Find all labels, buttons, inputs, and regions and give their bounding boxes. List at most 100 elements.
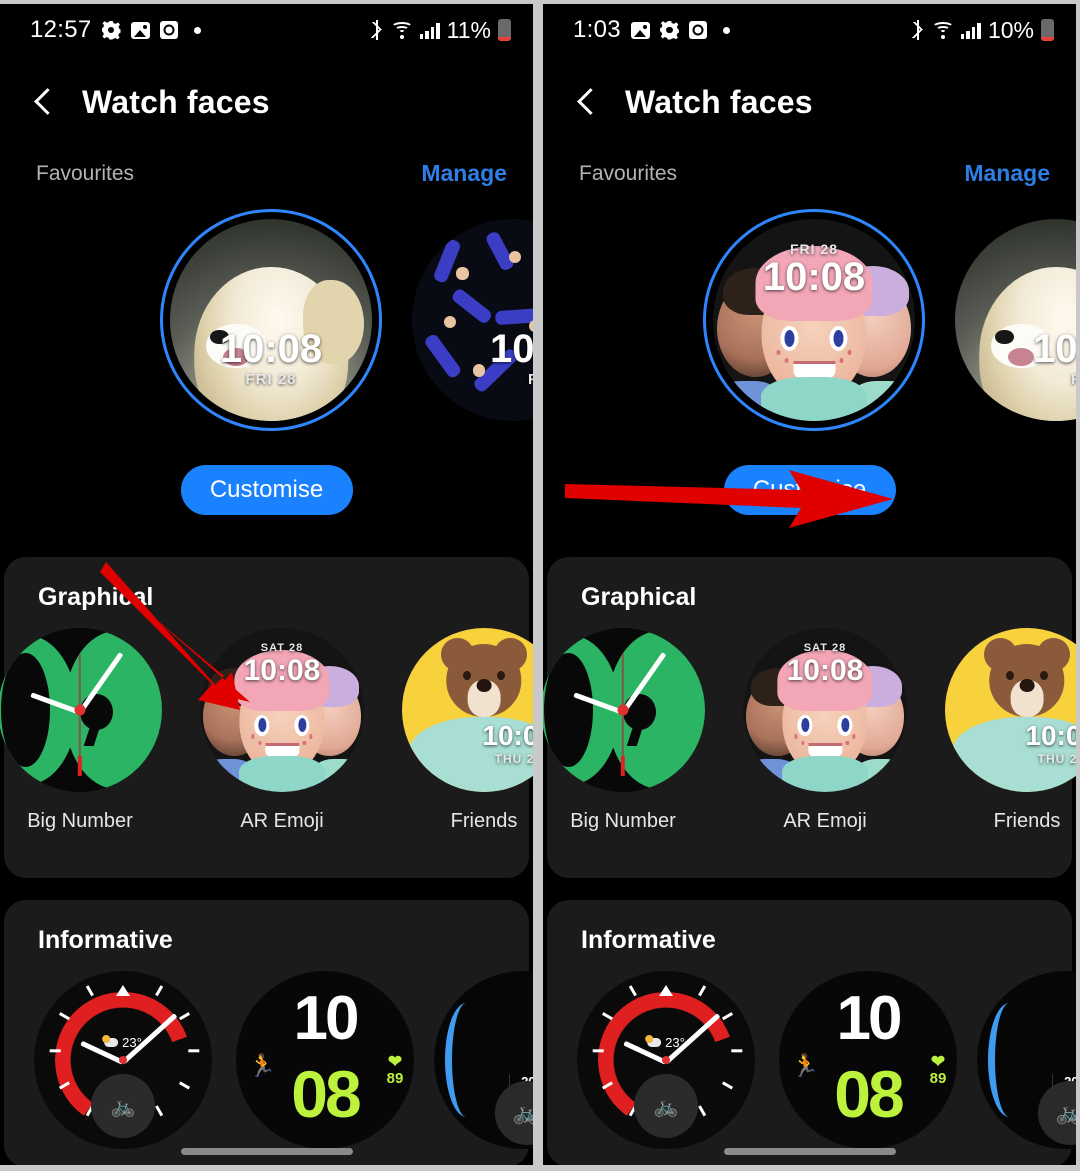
customise-button[interactable]: Customise (180, 465, 353, 515)
dot-icon (193, 26, 201, 34)
watch-face-label: Friends (993, 810, 1061, 832)
watch-face-preview: THU 10: Now 23° 20°10AM 23°12PM 🚲 (434, 971, 533, 1149)
bike-icon: 🚲 (494, 1081, 533, 1146)
watch-face-tile-friends[interactable]: 10:08 THU 28 Friends (402, 628, 533, 833)
phone-screen-left: 12:57 11% Watch faces Favourites Manage (0, 4, 533, 1165)
watch-face-tile-ar-emoji[interactable]: SAT 28 10:08 AR Emoji (200, 628, 364, 833)
face-hour: 10 (293, 984, 360, 1054)
favourite-watch-face-dog[interactable]: 10:0 FRI 28 (955, 219, 1076, 421)
watch-face-tile-bignum-green[interactable]: 10 08 🏃 ❤ 89 (779, 971, 957, 1149)
clock-icon (688, 21, 707, 39)
favourite-watch-face-ar-emoji[interactable]: FRI 28 10:08 (713, 219, 915, 421)
watch-face-tile-bignum-green[interactable]: 10 08 🏃 ❤ 89 (236, 971, 414, 1149)
watch-face-tile-big-number[interactable]: Big Number (543, 628, 705, 833)
face-time: 10:08 (786, 654, 864, 687)
section-title: Graphical (581, 583, 697, 611)
watch-face-label: Big Number (27, 810, 133, 832)
watch-face-label: AR Emoji (783, 810, 867, 832)
watch-face-preview: SAT 28 10:08 (743, 628, 907, 792)
watch-face-preview: 23° 🚲 (577, 971, 755, 1149)
gear-icon (101, 20, 121, 40)
home-indicator (723, 1148, 896, 1155)
favourites-label: Favourites (579, 161, 678, 185)
face-date: FRI 28 (245, 371, 297, 388)
face-minute: 08 (291, 1057, 361, 1132)
face-time: 10:08 (482, 720, 533, 751)
watch-face-tile-weather[interactable]: THU 10: Now 23° 20°10AM 23°12PM 🚲 (434, 971, 533, 1149)
status-bar-left: 1:03 (573, 16, 730, 44)
watch-face-preview: THU 10: Now 23° 20°10AM 23°12PM 🚲 (977, 971, 1076, 1149)
watch-face-tile-analog-red[interactable]: 23° 🚲 (577, 971, 755, 1149)
wifi-icon (931, 21, 954, 39)
watch-face-preview: 10:08 THU 28 (402, 628, 533, 792)
favourites-strip: 10:08 FRI 28 10 (0, 209, 533, 449)
section-title: Informative (581, 926, 716, 954)
face-date: THU 28 (1037, 752, 1076, 766)
face-time: 10:08 (243, 654, 321, 687)
face-time: 10:08 (762, 255, 866, 299)
watch-face-preview (543, 628, 705, 792)
page-title: Watch faces (82, 83, 270, 120)
status-clock: 12:57 (30, 16, 92, 43)
home-indicator (180, 1148, 353, 1155)
favourite-watch-face-dashes[interactable]: 10:0 FRI 28 (412, 219, 533, 421)
watch-face-preview: 10:08 THU 28 (945, 628, 1076, 792)
face-time: 10:0 (1033, 327, 1076, 371)
back-icon[interactable] (30, 89, 56, 115)
face-minute: 08 (834, 1057, 904, 1132)
page-title: Watch faces (625, 83, 813, 120)
face-time: 10:08 (1025, 720, 1076, 751)
face-date: THU 28 (494, 752, 533, 766)
favourites-label: Favourites (36, 161, 135, 185)
battery-percent: 10% (987, 16, 1034, 43)
signal-icon (419, 22, 440, 39)
customise-button[interactable]: Customise (723, 465, 896, 515)
watch-face-label: Big Number (570, 810, 676, 832)
manage-link[interactable]: Manage (964, 160, 1050, 187)
bluetooth-icon (370, 20, 384, 40)
face-date: FRI 28 (412, 371, 533, 388)
watch-face-row: Big Number SAT 28 10:08 AR Emoji 10:0 TH… (543, 628, 1076, 878)
watch-face-tile-big-number[interactable]: Big Number (0, 628, 162, 833)
favourites-header: Favourites Manage (0, 148, 533, 187)
watch-face-tile-weather[interactable]: THU 10: Now 23° 20°10AM 23°12PM 🚲 (977, 971, 1076, 1149)
photo-icon (130, 21, 150, 39)
section-card-informative: Informative 23° 🚲 10 08 🏃 ❤ 89 🚲 (4, 900, 533, 1165)
favourite-watch-face-dog[interactable]: 10:08 FRI 28 (170, 219, 372, 421)
face-date: SAT 28 (803, 642, 847, 654)
screenshot-pair: 12:57 11% Watch faces Favourites Manage (0, 0, 1080, 1171)
heart-rate: ❤ 89 (386, 1051, 404, 1087)
favourites-header: Favourites Manage (543, 148, 1076, 187)
heart-icon: ❤ (387, 1051, 403, 1071)
battery-percent: 11% (446, 16, 491, 43)
signal-icon (960, 22, 981, 39)
watch-face-tile-friends[interactable]: 10:08 THU 28 Friends (945, 628, 1076, 833)
dot-icon (722, 26, 730, 34)
app-header: Watch faces (543, 56, 1076, 148)
status-bar: 1:03 10% (543, 4, 1076, 56)
section-title: Informative (38, 926, 173, 954)
watch-face-preview: SAT 28 10:08 (200, 628, 364, 792)
status-bar: 12:57 11% (0, 4, 533, 56)
face-time: 10:0 (490, 327, 533, 371)
section-card-graphical: Graphical Big Number SAT 28 10:08 AR Emo… (543, 557, 1076, 878)
favourites-strip: FRI 28 10:08 10:0 FRI 28 (543, 209, 1076, 449)
face-hour: 10 (836, 984, 903, 1054)
running-icon: 🏃 (791, 1052, 819, 1078)
face-time: 10:08 (219, 327, 323, 371)
watch-face-label: Friends (450, 810, 518, 832)
status-bar-left: 12:57 (30, 16, 201, 44)
manage-link[interactable]: Manage (421, 160, 507, 187)
battery-icon (1041, 19, 1054, 41)
watch-face-preview: 23° 🚲 (34, 971, 212, 1149)
status-bar-right: 11% (370, 17, 511, 44)
clock-icon (159, 21, 178, 39)
bike-icon: 🚲 (1037, 1081, 1076, 1146)
watch-face-tile-ar-emoji[interactable]: SAT 28 10:08 AR Emoji (743, 628, 907, 833)
face-date: FRI 28 (955, 371, 1076, 388)
watch-face-tile-analog-red[interactable]: 23° 🚲 (34, 971, 212, 1149)
section-card-graphical: Graphical Big Number SAT 28 10:08 AR Emo… (0, 557, 533, 878)
back-icon[interactable] (573, 89, 599, 115)
gear-icon (659, 20, 679, 40)
watch-face-row: Big Number SAT 28 10:08 AR Emoji 10:0 TH… (0, 628, 533, 878)
